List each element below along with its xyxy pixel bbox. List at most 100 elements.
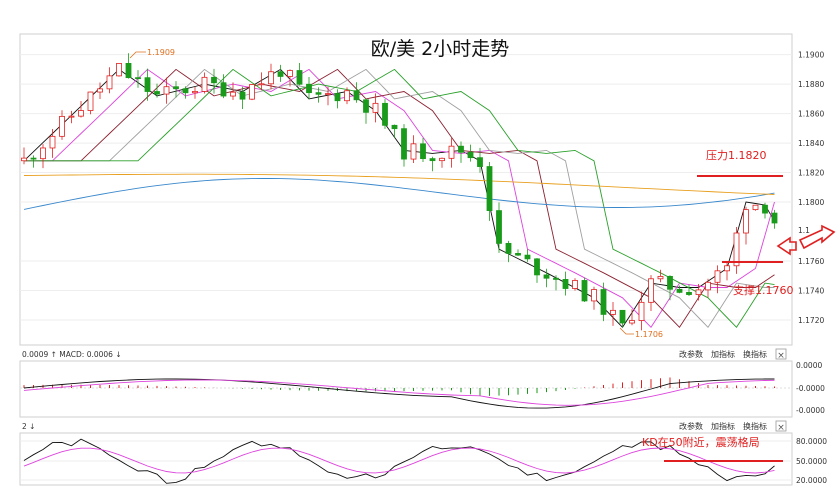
macd-button-change-params[interactable]: 改参数 — [679, 349, 703, 359]
chart: 1.1900 1.1880 1.1860 1.1840 1.1820 1.1800 1.17… — [19, 33, 836, 486]
candle — [515, 249, 521, 257]
candle — [40, 144, 46, 169]
macd-lines — [23, 378, 775, 409]
low-marker: 1.1706 — [619, 327, 663, 339]
resistance-label: 压力1.1820 — [706, 149, 767, 162]
kd-y-tick-20: 20.0000 — [796, 476, 827, 485]
candle — [391, 124, 398, 138]
main-y-tick-label: 1.1740 — [798, 286, 824, 295]
candle-body — [610, 309, 616, 315]
candle-body — [220, 82, 227, 97]
candle-body — [249, 84, 255, 100]
candle-body — [686, 291, 692, 295]
candle — [410, 135, 417, 164]
high-marker-label: 1.1909 — [147, 48, 175, 57]
candle-body — [125, 63, 132, 79]
candle — [382, 99, 388, 129]
candle-body — [201, 76, 208, 92]
candle — [752, 204, 759, 211]
cut-off-tick-label: 1.1 — [798, 226, 810, 235]
candle-body — [562, 279, 569, 289]
candle — [610, 301, 616, 326]
candle — [467, 144, 474, 162]
candle-body — [325, 93, 331, 95]
candle-body — [163, 86, 170, 95]
close-icon[interactable]: × — [775, 420, 787, 433]
candle-body — [353, 90, 360, 101]
candle — [724, 261, 730, 281]
close-icon[interactable]: × — [775, 348, 787, 361]
candle — [676, 285, 683, 294]
candle-body — [154, 91, 160, 95]
candlestick-series — [21, 53, 778, 331]
candle — [629, 309, 635, 326]
low-marker-leader — [619, 327, 634, 335]
candle-body — [676, 288, 683, 293]
candle-body — [572, 280, 578, 289]
moving-average-line — [23, 173, 775, 195]
candle-body — [458, 145, 464, 153]
candle — [638, 291, 645, 331]
main-y-tick-label: 1.1880 — [798, 80, 824, 89]
candle-body — [287, 70, 293, 77]
candle — [116, 62, 122, 77]
candle-body — [268, 71, 274, 85]
kd-close-glyph: × — [777, 423, 785, 433]
candle — [59, 110, 65, 140]
candle-body — [277, 71, 284, 77]
candle-body — [467, 151, 474, 159]
candle — [581, 277, 588, 302]
macd-panel: 0.0009 ↑ MACD: 0.0006 ↓ 改参数 加指标 换指标 × 0.… — [20, 348, 825, 415]
main-y-tick-label: 1.1800 — [798, 198, 824, 207]
candle — [78, 100, 84, 118]
candle-body — [87, 91, 94, 111]
candle-body — [410, 143, 417, 160]
candle — [30, 155, 37, 168]
candle-body — [135, 77, 141, 80]
candle-body — [192, 91, 198, 94]
candle-body — [724, 265, 730, 272]
candle-body — [591, 289, 597, 302]
candle-body — [771, 212, 778, 224]
panel-frames — [19, 33, 793, 486]
kd-button-switch-indicator[interactable]: 换指标 — [743, 421, 767, 431]
macd-button-switch-indicator[interactable]: 换指标 — [743, 349, 767, 359]
candle — [106, 67, 113, 94]
candle — [249, 84, 255, 101]
candle — [534, 257, 540, 283]
candle-body — [97, 88, 103, 93]
candle-body — [553, 277, 559, 280]
kd-y-tick-50: 50.0000 — [796, 457, 827, 466]
candle — [144, 68, 151, 101]
candle — [762, 202, 768, 219]
candle — [505, 240, 512, 263]
candle-body — [486, 166, 493, 211]
macd-button-add-indicator[interactable]: 加指标 — [711, 349, 735, 359]
candle — [439, 157, 445, 168]
main-y-tick-label: 1.1860 — [798, 110, 824, 119]
candle-body — [762, 204, 768, 214]
moving-average-lines — [23, 68, 775, 329]
candle-body — [448, 145, 455, 159]
candle — [524, 249, 531, 262]
candle-body — [543, 274, 550, 279]
candle-body — [78, 110, 84, 117]
candle — [458, 141, 464, 163]
kd-button-change-params[interactable]: 改参数 — [679, 421, 703, 431]
support-label: 支撑1.1760 — [733, 283, 794, 297]
candle — [743, 206, 749, 245]
candle-body — [581, 280, 588, 302]
main-y-tick-label: 1.1760 — [798, 257, 824, 266]
candle — [448, 138, 455, 168]
candle-body — [296, 70, 303, 85]
candle — [353, 82, 360, 103]
candle — [49, 129, 56, 158]
kd-button-add-indicator[interactable]: 加指标 — [711, 421, 735, 431]
candle — [553, 275, 559, 291]
double-arrow-left-head — [776, 236, 797, 256]
candle — [771, 209, 778, 229]
main-gridlines — [20, 54, 792, 321]
candle-body — [239, 91, 246, 100]
candle — [420, 137, 426, 163]
main-y-tick-label: 1.1820 — [798, 169, 824, 178]
